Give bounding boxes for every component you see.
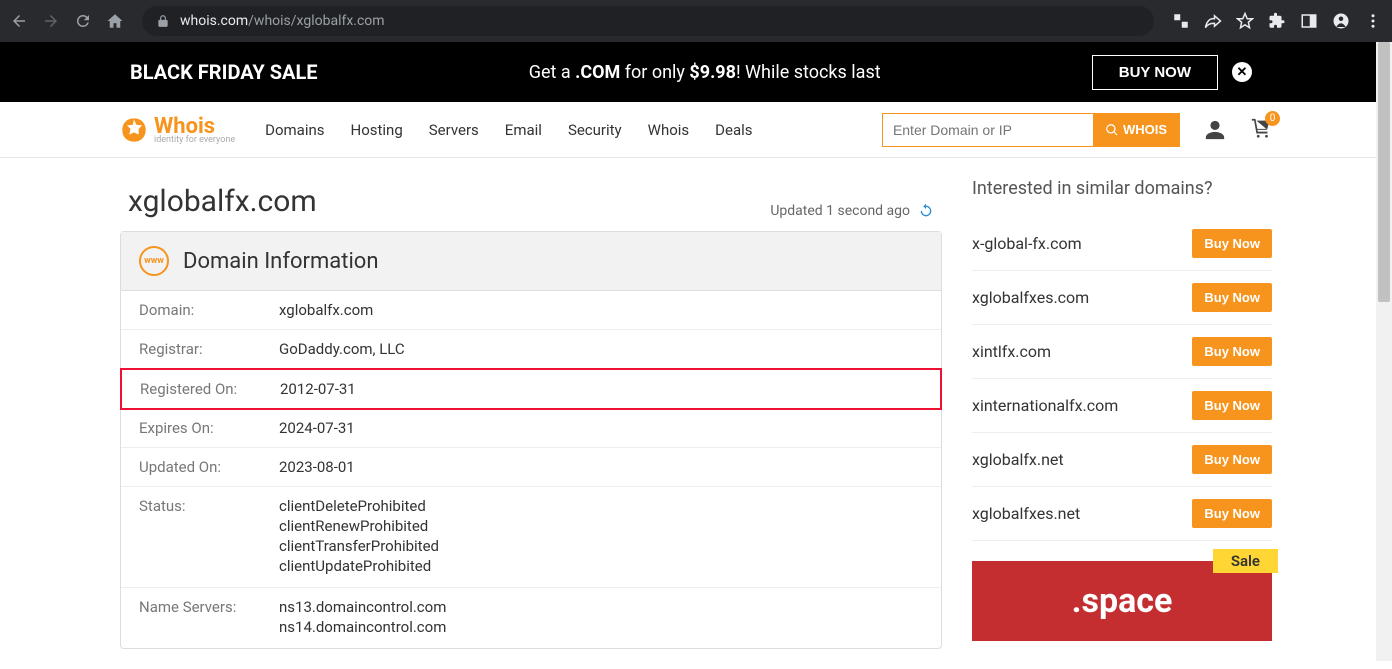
top-nav: Domains Hosting Servers Email Security W… [265, 121, 752, 139]
domain-info-card: www Domain Information Domain: xglobalfx… [120, 231, 942, 649]
buy-button[interactable]: Buy Now [1192, 229, 1272, 258]
nav-email[interactable]: Email [505, 121, 542, 139]
buy-button[interactable]: Buy Now [1192, 391, 1272, 420]
similar-item: xglobalfxes.com Buy Now [972, 271, 1272, 325]
promo-tile[interactable]: .space Sale [972, 561, 1272, 641]
url-text: whois.com/whois/xglobalfx.com [180, 13, 385, 29]
promo-banner: BLACK FRIDAY SALE Get a .COM for only $9… [0, 42, 1392, 102]
cart-badge: 0 [1265, 111, 1280, 126]
search-input[interactable] [883, 114, 1093, 146]
logo-sub: identity for everyone [154, 135, 235, 145]
search-icon [1105, 123, 1119, 137]
buy-button[interactable]: Buy Now [1192, 337, 1272, 366]
buy-now-button[interactable]: BUY NOW [1092, 55, 1218, 90]
share-icon[interactable] [1204, 12, 1222, 30]
reload-icon[interactable] [74, 12, 92, 30]
nav-deals[interactable]: Deals [715, 121, 752, 139]
buy-button[interactable]: Buy Now [1192, 283, 1272, 312]
forward-icon[interactable] [42, 12, 60, 30]
extensions-icon[interactable] [1268, 12, 1286, 30]
panel-icon[interactable] [1300, 12, 1318, 30]
close-banner-icon[interactable]: ✕ [1232, 62, 1252, 82]
site-logo[interactable]: Whois identity for everyone [120, 114, 235, 145]
logo-icon [120, 116, 148, 144]
similar-item: x-global-fx.com Buy Now [972, 217, 1272, 271]
whois-search: WHOIS [882, 113, 1180, 147]
nav-whois[interactable]: Whois [648, 121, 690, 139]
buy-button[interactable]: Buy Now [1192, 499, 1272, 528]
row-nameservers: Name Servers: ns13.domaincontrol.com ns1… [121, 588, 941, 648]
www-icon: www [139, 246, 169, 276]
translate-icon[interactable] [1172, 12, 1190, 30]
buy-button[interactable]: Buy Now [1192, 445, 1272, 474]
nav-domains[interactable]: Domains [265, 121, 324, 139]
browser-toolbar: whois.com/whois/xglobalfx.com [0, 0, 1392, 42]
row-registered-on: Registered On: 2012-07-31 [120, 368, 942, 410]
similar-item: xintlfx.com Buy Now [972, 325, 1272, 379]
card-title: Domain Information [183, 249, 379, 274]
row-registrar: Registrar: GoDaddy.com, LLC [121, 330, 941, 369]
similar-item: xglobalfxes.net Buy Now [972, 487, 1272, 541]
account-icon[interactable] [1204, 119, 1226, 141]
scrollbar[interactable] [1376, 42, 1392, 661]
updated-text: Updated 1 second ago [770, 203, 910, 219]
url-bar[interactable]: whois.com/whois/xglobalfx.com [142, 6, 1154, 36]
banner-left-text: BLACK FRIDAY SALE [130, 60, 318, 84]
similar-item: xinternationalfx.com Buy Now [972, 379, 1272, 433]
banner-mid-text: Get a .COM for only $9.98! While stocks … [529, 62, 881, 83]
star-icon[interactable] [1236, 12, 1254, 30]
search-button[interactable]: WHOIS [1093, 114, 1179, 146]
similar-title: Interested in similar domains? [972, 178, 1272, 199]
row-domain: Domain: xglobalfx.com [121, 291, 941, 330]
row-expires-on: Expires On: 2024-07-31 [121, 409, 941, 448]
nav-hosting[interactable]: Hosting [351, 121, 403, 139]
sale-tag: Sale [1213, 549, 1278, 573]
back-icon[interactable] [10, 12, 28, 30]
lock-icon [156, 14, 170, 28]
similar-item: xglobalfx.net Buy Now [972, 433, 1272, 487]
nav-servers[interactable]: Servers [429, 121, 479, 139]
scrollbar-thumb[interactable] [1378, 42, 1390, 302]
profile-icon[interactable] [1332, 12, 1350, 30]
page-title: xglobalfx.com [120, 178, 325, 231]
row-status: Status: clientDeleteProhibited clientRen… [121, 487, 941, 588]
home-icon[interactable] [106, 12, 124, 30]
refresh-icon[interactable] [918, 203, 934, 219]
nav-security[interactable]: Security [568, 121, 622, 139]
site-header: Whois identity for everyone Domains Host… [0, 102, 1392, 158]
menu-icon[interactable] [1364, 12, 1382, 30]
row-updated-on: Updated On: 2023-08-01 [121, 448, 941, 487]
